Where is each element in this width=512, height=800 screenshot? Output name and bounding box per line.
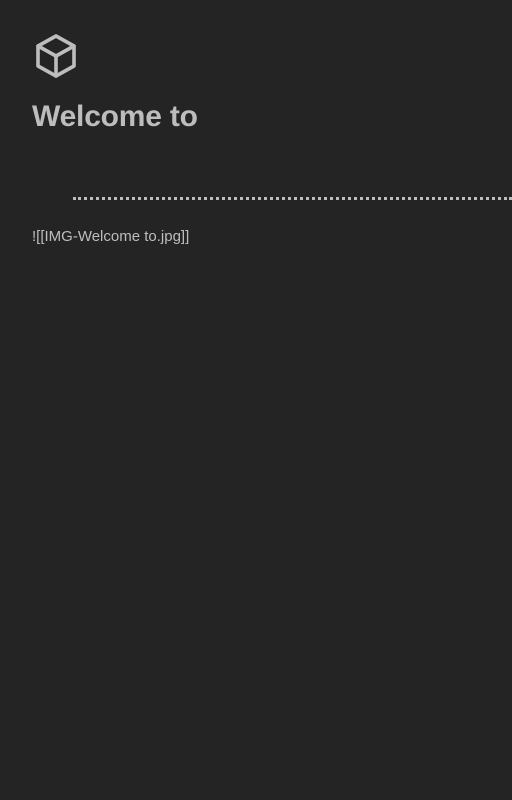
image-embed-link[interactable]: ![[IMG-Welcome to.jpg]]	[32, 228, 189, 245]
dotted-divider	[73, 197, 512, 200]
cube-icon	[34, 33, 78, 79]
page-title: Welcome to	[32, 100, 198, 133]
